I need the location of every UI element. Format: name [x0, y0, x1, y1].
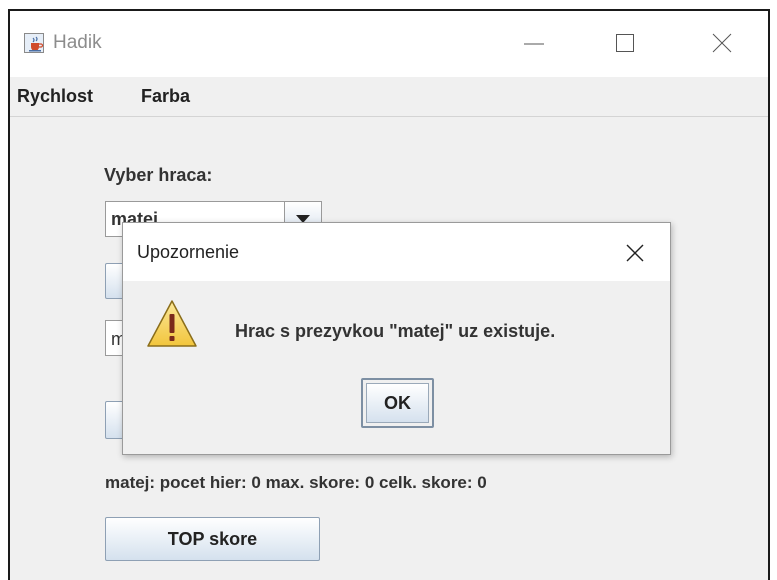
maximize-button[interactable] — [600, 21, 650, 65]
menu-rychlost[interactable]: Rychlost — [17, 86, 93, 107]
ok-button-label: OK — [366, 383, 429, 423]
menu-farba[interactable]: Farba — [141, 86, 190, 107]
dialog-close-button[interactable] — [618, 236, 652, 270]
ok-button[interactable]: OK — [361, 378, 434, 428]
window-titlebar[interactable]: Hadik — [10, 11, 768, 77]
close-icon — [626, 244, 644, 262]
warning-dialog: Upozornenie Hrac s prezyvkou "matej" uz … — [122, 222, 671, 455]
close-window-button[interactable] — [697, 21, 747, 65]
minimize-button[interactable] — [509, 21, 559, 65]
java-cup-icon — [24, 33, 44, 53]
top-score-button[interactable]: TOP skore — [105, 517, 320, 561]
select-player-label: Vyber hraca: — [104, 165, 213, 185]
window-title: Hadik — [53, 32, 102, 53]
dialog-title: Upozornenie — [137, 242, 240, 262]
close-icon — [712, 33, 732, 53]
warning-icon — [147, 300, 197, 347]
minimize-icon — [524, 43, 544, 45]
menubar: Rychlost Farba — [10, 77, 768, 117]
dialog-message: Hrac s prezyvkou "matej" uz existuje. — [235, 321, 556, 341]
maximize-icon — [616, 34, 634, 52]
dialog-titlebar[interactable]: Upozornenie — [123, 223, 670, 281]
player-stats: matej: pocet hier: 0 max. skore: 0 celk.… — [105, 473, 487, 492]
